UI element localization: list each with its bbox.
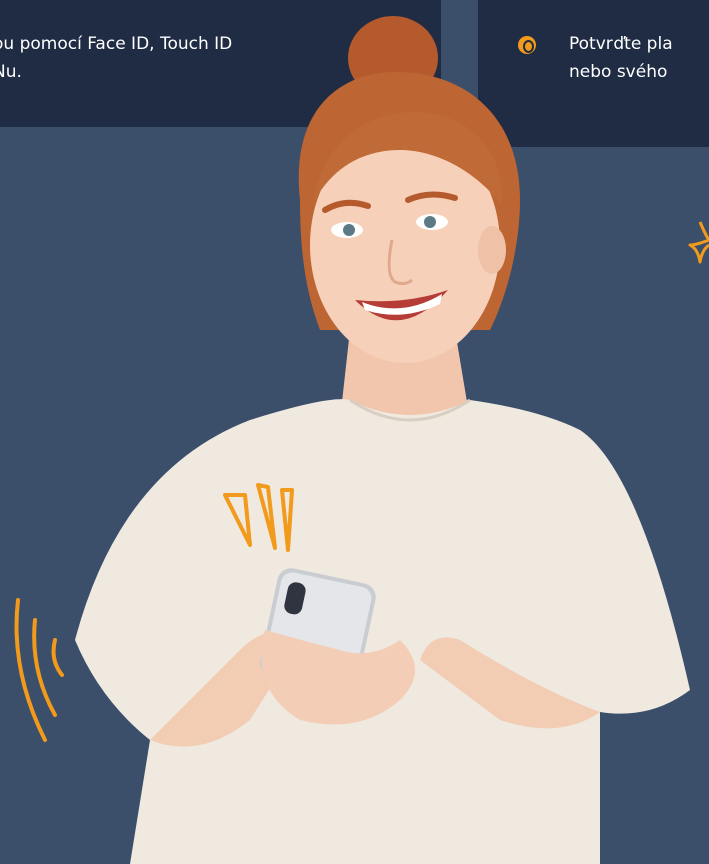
woman-with-phone-photo [14, 16, 709, 864]
doodle-waves [14, 598, 64, 742]
doodle-star [688, 221, 709, 264]
promo-section: ou pomocí Face ID, Touch ID Nu. Potvrďte… [0, 0, 709, 864]
ear [478, 226, 506, 274]
t-shirt [75, 399, 690, 864]
